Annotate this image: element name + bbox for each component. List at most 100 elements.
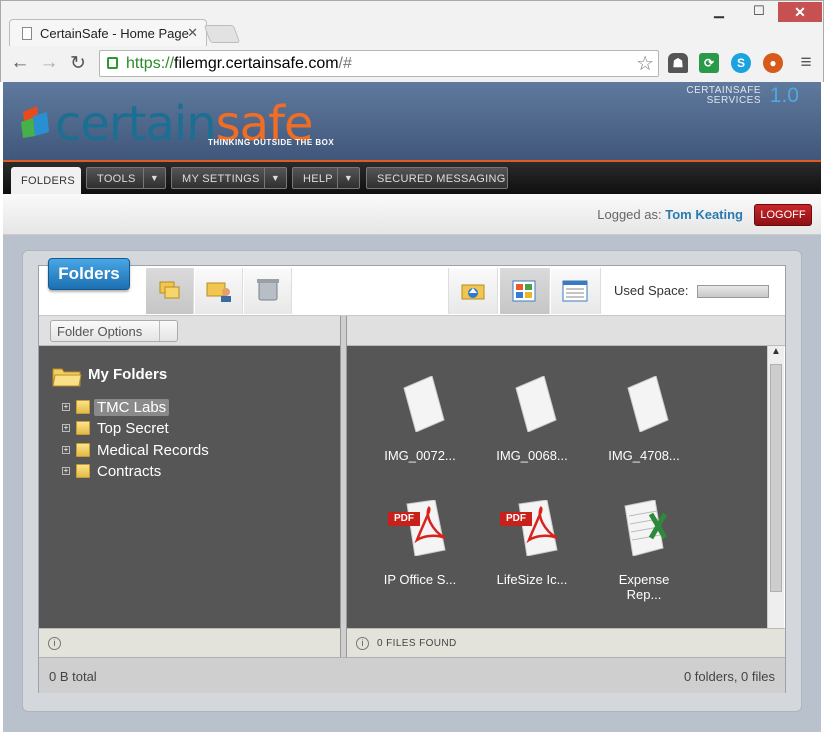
scroll-up-icon[interactable]: ▲ xyxy=(768,346,784,357)
app-header: certainsafe THINKING OUTSIDE THE BOX CER… xyxy=(3,82,821,162)
tree-item-label: TMC Labs xyxy=(94,399,170,416)
folders-view-button[interactable] xyxy=(146,268,194,314)
pdf-badge: PDF xyxy=(500,512,532,526)
file-scrollbar[interactable]: ▲ xyxy=(767,346,784,628)
user-bar: Logged as: Tom Keating LOGOFF xyxy=(3,194,821,235)
folder-icon xyxy=(76,464,90,478)
url-host: filemgr.certainsafe.com xyxy=(174,55,339,72)
root-folder-icon xyxy=(52,368,82,387)
folder-icon xyxy=(76,443,90,457)
grid-view-icon xyxy=(512,280,536,302)
expand-icon[interactable]: + xyxy=(62,446,70,454)
shared-folder-icon xyxy=(206,282,231,302)
folder-icon xyxy=(76,400,90,414)
menu-tools[interactable]: TOOLS ▼ xyxy=(86,167,166,189)
services-label: CERTAINSAFE SERVICES xyxy=(686,86,761,106)
address-bar[interactable]: https://filemgr.certainsafe.com/# ☆ xyxy=(99,50,659,77)
file-name: Expense Rep... xyxy=(618,572,670,602)
lock-icon xyxy=(107,57,118,69)
file-item[interactable]: IMG_4708... xyxy=(594,376,694,486)
excel-file-icon xyxy=(624,500,668,556)
folders-icon xyxy=(159,281,180,299)
services-line2: SERVICES xyxy=(706,95,761,106)
tree-item-label: Contracts xyxy=(97,463,162,480)
file-item[interactable]: Expense Rep... xyxy=(594,500,694,610)
chevron-down-icon[interactable]: ▼ xyxy=(264,168,286,188)
browser-chrome: CertainSafe - Home Page ✕ ▁ ☐ ✕ ← → ↻ ht… xyxy=(0,0,824,82)
pdf-file-icon xyxy=(518,500,558,556)
file-item[interactable]: PDF LifeSize Ic... xyxy=(482,500,582,610)
tree-root[interactable]: My Folders xyxy=(88,366,167,383)
folder-options-label: Folder Options xyxy=(57,324,143,339)
maximize-button[interactable]: ☐ xyxy=(747,3,771,19)
trash-icon xyxy=(257,279,279,301)
close-window-button[interactable]: ✕ xyxy=(778,2,822,22)
page-icon xyxy=(22,27,32,40)
menu-my-settings[interactable]: MY SETTINGS ▼ xyxy=(171,167,287,189)
pdf-file-icon xyxy=(406,500,446,556)
menu-help-label: HELP xyxy=(303,173,333,185)
expand-icon[interactable]: + xyxy=(62,424,70,432)
expand-icon[interactable]: + xyxy=(62,467,70,475)
image-file-icon xyxy=(515,376,557,432)
folder-options-button[interactable]: Folder Options xyxy=(50,320,178,342)
upload-button[interactable] xyxy=(448,268,498,314)
file-name: IMG_0072... xyxy=(384,448,456,463)
upload-icon xyxy=(461,284,485,300)
folder-icon xyxy=(76,421,90,435)
info-icon[interactable]: i xyxy=(48,637,61,650)
tree-item-label: Medical Records xyxy=(97,442,209,459)
pane-splitter[interactable] xyxy=(340,316,347,657)
panel-title: Folders xyxy=(48,258,130,290)
forward-button[interactable]: → xyxy=(38,52,60,74)
close-tab-icon[interactable]: ✕ xyxy=(187,25,198,41)
logo-cube-icon xyxy=(21,106,49,138)
menu-secured-messaging[interactable]: SECURED MESSAGING xyxy=(366,167,508,189)
ghostery-extension-icon[interactable]: ☗ xyxy=(668,53,688,73)
total-size: 0 B total xyxy=(49,669,97,684)
browser-tab[interactable]: CertainSafe - Home Page ✕ xyxy=(9,19,207,46)
file-item[interactable]: IMG_0072... xyxy=(370,376,470,486)
bookmark-star-icon[interactable]: ☆ xyxy=(636,51,654,76)
file-name: LifeSize Ic... xyxy=(496,572,568,587)
user-name[interactable]: Tom Keating xyxy=(665,207,743,222)
shared-folders-button[interactable] xyxy=(195,268,243,314)
logged-as: Logged as: Tom Keating xyxy=(597,207,743,222)
menu-folders[interactable]: FOLDERS xyxy=(11,167,81,194)
url-scheme: https:// xyxy=(126,55,175,72)
chevron-down-icon[interactable]: ▼ xyxy=(337,168,359,188)
file-item[interactable]: PDF IP Office S... xyxy=(370,500,470,610)
file-name: IMG_0068... xyxy=(496,448,568,463)
grid-view-button[interactable] xyxy=(500,268,550,314)
footer-bar: 0 B total 0 folders, 0 files xyxy=(39,657,785,693)
list-view-button[interactable] xyxy=(551,268,601,314)
scroll-thumb[interactable] xyxy=(770,364,782,592)
tree-status-bar: i xyxy=(39,628,340,657)
menu-bar: FOLDERS TOOLS ▼ MY SETTINGS ▼ HELP ▼ SEC… xyxy=(3,162,821,194)
logoff-button[interactable]: LOGOFF xyxy=(754,204,812,226)
list-view-icon xyxy=(562,280,588,302)
recycle-bin-button[interactable] xyxy=(244,268,292,314)
info-icon[interactable]: i xyxy=(356,637,369,650)
folder-tree xyxy=(39,346,340,628)
ball-extension-icon[interactable]: ● xyxy=(763,53,783,73)
image-file-icon xyxy=(627,376,669,432)
sync-extension-icon[interactable]: ⟳ xyxy=(699,53,719,73)
new-tab-button[interactable] xyxy=(203,25,241,43)
back-button[interactable]: ← xyxy=(9,52,31,74)
file-item[interactable]: IMG_0068... xyxy=(482,376,582,486)
chevron-down-icon[interactable]: ▼ xyxy=(143,168,165,188)
used-space-bar xyxy=(697,285,769,298)
minimize-button[interactable]: ▁ xyxy=(707,3,731,19)
expand-icon[interactable]: + xyxy=(62,403,70,411)
skype-extension-icon[interactable]: S xyxy=(731,53,751,73)
tree-item-label: Top Secret xyxy=(97,420,169,437)
item-counts: 0 folders, 0 files xyxy=(683,669,775,684)
folder-options-dropdown-icon[interactable] xyxy=(159,321,177,341)
tagline: THINKING OUTSIDE THE BOX xyxy=(208,138,335,147)
menu-tools-label: TOOLS xyxy=(97,173,136,185)
reload-button[interactable]: ↻ xyxy=(67,52,89,75)
menu-icon[interactable]: ≡ xyxy=(795,52,817,74)
files-found: 0 FILES FOUND xyxy=(377,638,457,649)
menu-help[interactable]: HELP ▼ xyxy=(292,167,360,189)
